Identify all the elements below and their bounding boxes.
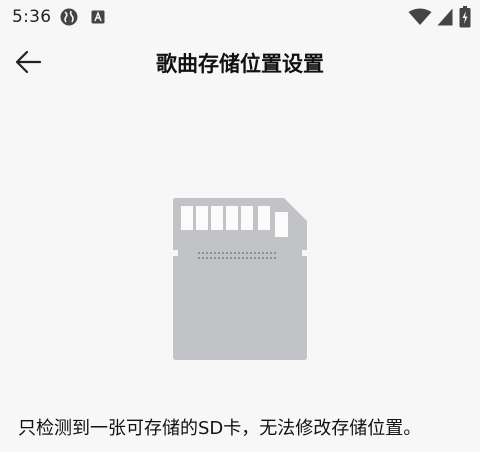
globe-icon — [60, 8, 78, 26]
sd-card-icon — [173, 198, 307, 360]
no-sd-card-message: 只检测到一张可存储的SD卡，无法修改存储位置。 — [18, 418, 422, 439]
page-title: 歌曲存储位置设置 — [156, 52, 324, 76]
app-bar: 歌曲存储位置设置 — [0, 34, 480, 90]
font-icon — [91, 10, 105, 24]
battery-icon — [459, 6, 471, 28]
status-bar: 5:36 — [0, 0, 480, 34]
status-time: 5:36 — [12, 7, 52, 27]
screen: 5:36 歌曲存储位置设置 只检测到一张可存储的SD卡，无法修改存储位置。 — [0, 0, 480, 452]
wifi-icon — [408, 8, 432, 25]
cell-signal-icon — [437, 8, 453, 26]
